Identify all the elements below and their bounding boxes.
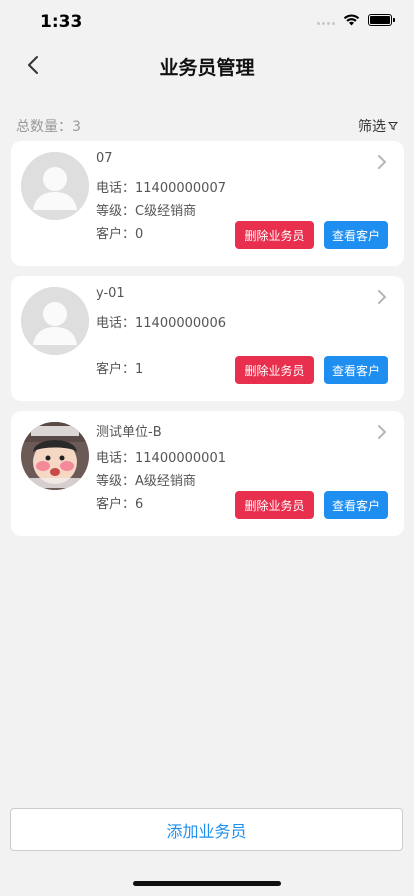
view-customers-button[interactable]: 查看客户	[324, 356, 388, 384]
salesperson-name: 07	[96, 151, 113, 166]
add-salesperson-button[interactable]: 添加业务员	[10, 808, 403, 851]
total-count: 总数量：3	[16, 119, 81, 135]
funnel-icon	[388, 122, 398, 131]
salesperson-phone: 电话：11400000001	[96, 451, 226, 466]
filter-label: 筛选	[358, 119, 386, 135]
salesperson-info: 测试单位-B 电话：11400000001 等级：A级经销商 客户：6	[96, 421, 226, 512]
chevron-right-icon[interactable]	[376, 154, 388, 170]
view-customers-button[interactable]: 查看客户	[324, 491, 388, 519]
avatar	[21, 287, 89, 355]
salesperson-phone: 电话：11400000006	[96, 316, 226, 331]
wifi-icon	[343, 14, 360, 26]
delete-salesperson-button[interactable]: 删除业务员	[235, 491, 314, 519]
battery-icon	[368, 14, 395, 26]
salesperson-customers: 客户：6	[96, 497, 144, 512]
status-bar: 1:33	[0, 0, 414, 44]
salesperson-name: 测试单位-B	[96, 425, 162, 440]
salesperson-phone: 电话：11400000007	[96, 181, 226, 196]
salesperson-list: 07 电话：11400000007 等级：C级经销商 客户：0 删除业务员 查看…	[11, 141, 404, 546]
salesperson-info: y-01 电话：11400000006 客户：1	[96, 286, 226, 377]
view-customers-button[interactable]: 查看客户	[324, 221, 388, 249]
chevron-right-icon[interactable]	[376, 424, 388, 440]
page-title: 业务员管理	[159, 57, 255, 79]
status-time: 1:33	[40, 12, 83, 32]
status-icons	[317, 14, 395, 26]
delete-salesperson-button[interactable]: 删除业务员	[235, 356, 314, 384]
salesperson-card[interactable]: 测试单位-B 电话：11400000001 等级：A级经销商 客户：6 删除业务…	[11, 411, 404, 536]
chevron-right-icon[interactable]	[376, 289, 388, 305]
default-person-icon	[21, 287, 89, 355]
salesperson-card[interactable]: 07 电话：11400000007 等级：C级经销商 客户：0 删除业务员 查看…	[11, 141, 404, 266]
avatar	[21, 152, 89, 220]
filter-button[interactable]: 筛选	[358, 116, 398, 136]
cartoon-photo	[21, 422, 89, 490]
nav-bar: 业务员管理	[0, 44, 414, 88]
toolbar: 总数量：3 筛选	[16, 115, 398, 137]
salesperson-level: 等级：A级经销商	[96, 474, 196, 489]
salesperson-customers: 客户：0	[96, 227, 144, 242]
salesperson-info: 07 电话：11400000007 等级：C级经销商 客户：0	[96, 151, 226, 242]
signal-icon	[317, 15, 335, 25]
salesperson-level: 等级：C级经销商	[96, 204, 197, 219]
home-indicator	[133, 881, 281, 886]
avatar	[21, 422, 89, 490]
salesperson-card[interactable]: y-01 电话：11400000006 客户：1 删除业务员 查看客户	[11, 276, 404, 401]
salesperson-level	[96, 335, 226, 350]
default-person-icon	[21, 152, 89, 220]
salesperson-name: y-01	[96, 286, 125, 301]
delete-salesperson-button[interactable]: 删除业务员	[235, 221, 314, 249]
salesperson-customers: 客户：1	[96, 362, 144, 377]
